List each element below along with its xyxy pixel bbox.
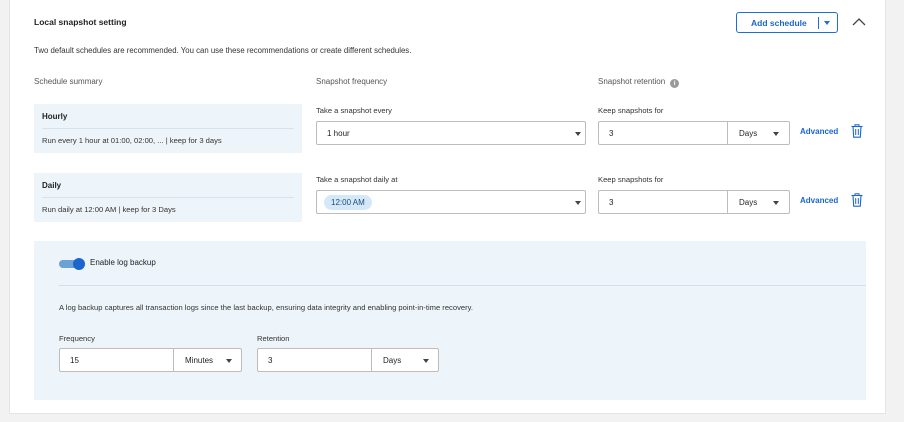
time-chip: 12:00 AM	[324, 194, 372, 210]
log-retention-unit: Days	[383, 355, 402, 365]
trash-icon[interactable]	[851, 124, 863, 138]
trash-icon[interactable]	[851, 193, 863, 207]
retention-unit-select-daily[interactable]: Days	[728, 190, 790, 214]
retention-input-daily[interactable]: 3	[598, 190, 728, 214]
log-backup-label: Enable log backup	[90, 258, 156, 267]
section-description: Two default schedules are recommended. Y…	[34, 46, 412, 55]
info-icon[interactable]: i	[670, 79, 680, 88]
log-frequency-unit: Minutes	[185, 355, 214, 365]
frequency-value: 1 hour	[327, 128, 350, 138]
caret-down-icon	[773, 132, 779, 136]
log-retention-label: Retention	[257, 334, 290, 343]
schedule-name: Hourly	[42, 112, 68, 121]
split-divider	[818, 17, 819, 29]
column-header-frequency: Snapshot frequency	[316, 77, 388, 86]
retention-label: Keep snapshots for	[598, 106, 664, 115]
log-backup-toggle[interactable]	[59, 258, 85, 270]
schedule-name: Daily	[42, 181, 62, 190]
retention-unit-select-hourly[interactable]: Days	[728, 121, 790, 145]
add-schedule-button[interactable]: Add schedule	[736, 12, 838, 33]
caret-down-icon	[423, 359, 429, 363]
schedule-summary-text: Run every 1 hour at 01:00, 02:00, ... | …	[42, 136, 222, 145]
retention-input-hourly[interactable]: 3	[598, 121, 728, 145]
toggle-knob	[73, 258, 85, 270]
schedule-summary-text: Run daily at 12:00 AM | keep for 3 Days	[42, 205, 176, 214]
frequency-label: Take a snapshot every	[316, 106, 392, 115]
log-backup-description: A log backup captures all transaction lo…	[59, 303, 473, 312]
log-backup-panel: Enable log backup A log backup captures …	[34, 241, 866, 400]
caret-down-icon	[226, 359, 232, 363]
log-frequency-label: Frequency	[59, 334, 95, 343]
retention-unit: Days	[739, 197, 758, 207]
column-header-retention: Snapshot retention i	[598, 77, 680, 88]
chevron-up-icon[interactable]	[850, 14, 868, 30]
log-retention-input[interactable]: 3	[257, 348, 372, 372]
schedule-summary-hourly: Hourly Run every 1 hour at 01:00, 02:00,…	[34, 104, 302, 153]
caret-down-icon	[575, 132, 581, 136]
divider	[59, 285, 866, 286]
caret-down-icon	[575, 201, 581, 205]
frequency-select-hourly[interactable]: 1 hour	[316, 121, 586, 145]
log-frequency-unit-select[interactable]: Minutes	[174, 348, 242, 372]
frequency-select-daily[interactable]: 12:00 AM	[316, 190, 586, 214]
local-snapshot-card: Local snapshot setting Add schedule Two …	[9, 0, 886, 414]
divider	[42, 128, 294, 129]
column-header-retention-label: Snapshot retention	[598, 77, 666, 86]
log-retention-unit-select[interactable]: Days	[372, 348, 439, 372]
retention-unit: Days	[739, 128, 758, 138]
divider	[42, 197, 294, 198]
add-schedule-label: Add schedule	[751, 17, 807, 28]
advanced-link-hourly[interactable]: Advanced	[800, 127, 838, 136]
advanced-link-daily[interactable]: Advanced	[800, 196, 838, 205]
log-frequency-input[interactable]: 15	[59, 348, 174, 372]
column-header-summary: Schedule summary	[34, 77, 103, 86]
caret-down-icon	[773, 201, 779, 205]
frequency-label: Take a snapshot daily at	[316, 175, 398, 184]
retention-label: Keep snapshots for	[598, 175, 664, 184]
caret-down-icon[interactable]	[824, 21, 830, 25]
schedule-summary-daily: Daily Run daily at 12:00 AM | keep for 3…	[34, 173, 302, 222]
section-title: Local snapshot setting	[34, 17, 127, 27]
